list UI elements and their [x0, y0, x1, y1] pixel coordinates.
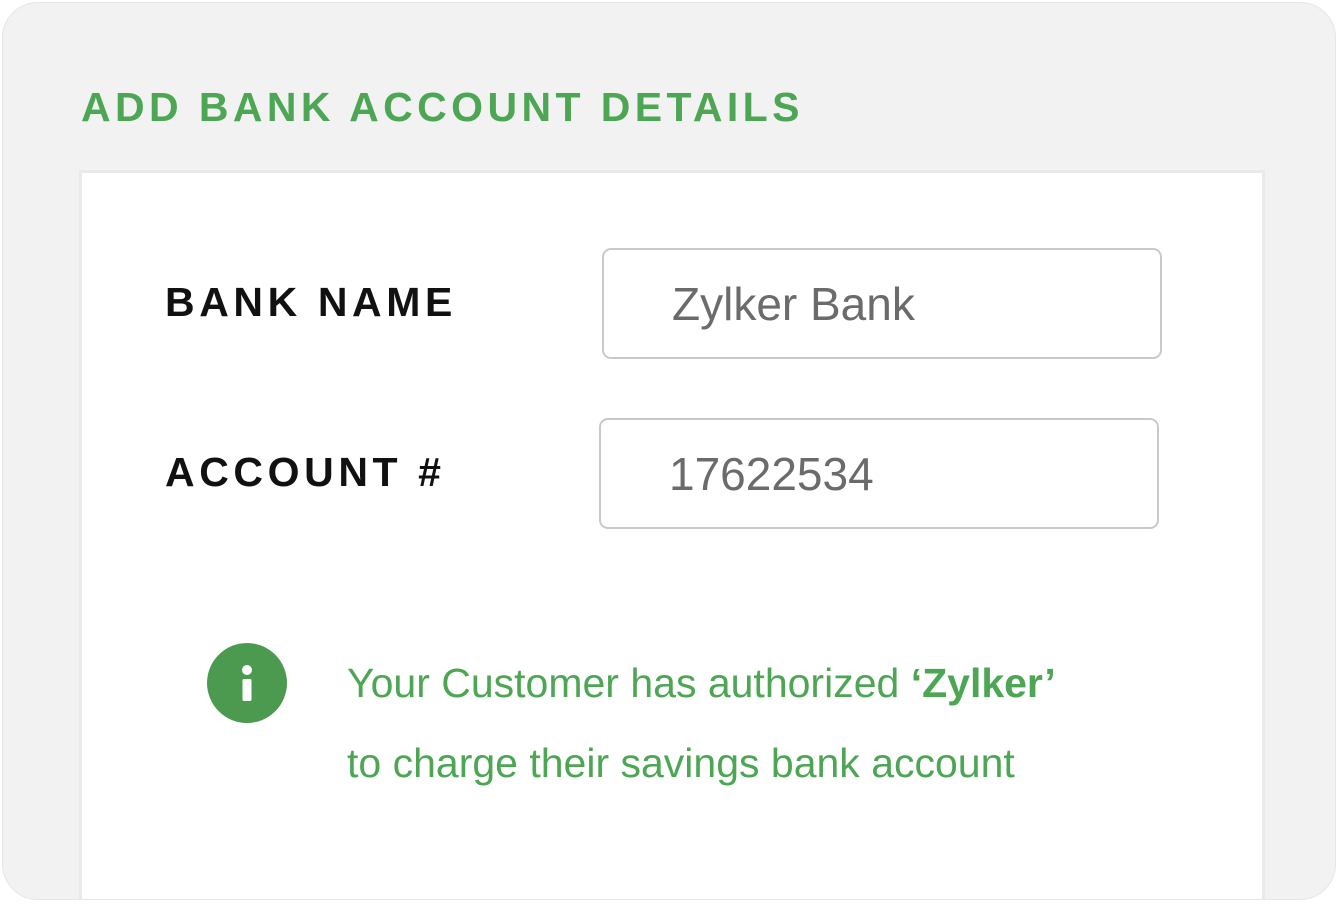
account-number-value: 17622534: [669, 447, 874, 500]
bank-details-card: ADD BANK ACCOUNT DETAILS BANK NAME Zylke…: [2, 2, 1336, 900]
info-icon: [207, 643, 287, 723]
bank-name-value: Zylker Bank: [672, 277, 915, 330]
notice-line-2: to charge their savings bank account: [347, 740, 1015, 786]
bank-name-field[interactable]: Zylker Bank: [602, 248, 1162, 359]
bank-form-panel: BANK NAME Zylker Bank ACCOUNT # 17622534…: [79, 170, 1265, 899]
notice-prefix: Your Customer has authorized: [347, 660, 911, 706]
notice-line-1: Your Customer has authorized ‘Zylker’: [347, 643, 1167, 723]
authorization-notice: Your Customer has authorized ‘Zylker’ to…: [347, 643, 1167, 803]
account-number-field[interactable]: 17622534: [599, 418, 1159, 529]
section-title: ADD BANK ACCOUNT DETAILS: [81, 84, 804, 130]
account-number-label: ACCOUNT #: [165, 449, 446, 495]
notice-brand: ‘Zylker’: [910, 660, 1056, 706]
bank-name-label: BANK NAME: [165, 279, 457, 325]
